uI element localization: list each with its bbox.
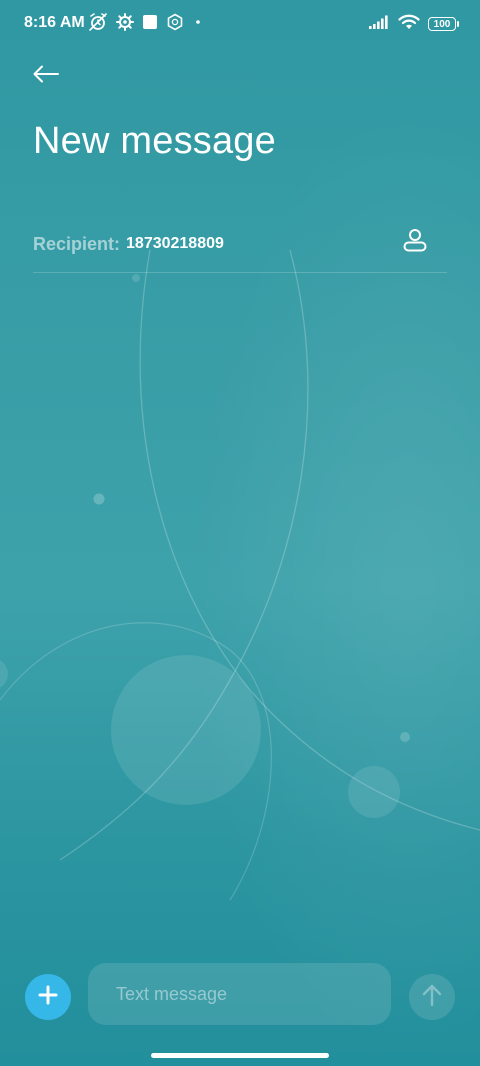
status-time: 8:16 AM <box>24 14 85 31</box>
message-composer <box>0 962 480 1026</box>
recipient-divider <box>33 272 447 273</box>
attach-button[interactable] <box>25 974 71 1020</box>
page-title: New message <box>33 120 276 162</box>
status-icons-right: 100 <box>368 14 459 35</box>
settings-gear-icon <box>116 12 134 36</box>
message-input[interactable] <box>88 963 391 1025</box>
recipient-row[interactable]: Recipient: 18730218809 <box>33 216 447 272</box>
send-button[interactable] <box>409 974 455 1020</box>
plus-icon <box>38 985 58 1010</box>
back-button[interactable] <box>28 58 64 94</box>
battery-icon: 100 <box>428 17 459 31</box>
hexagon-app-icon <box>166 13 184 36</box>
recipient-value[interactable]: 18730218809 <box>126 235 224 253</box>
status-bar: 8:16 AM 100 <box>0 0 480 48</box>
status-icons-left <box>88 12 204 37</box>
select-contact-button[interactable] <box>397 224 433 260</box>
battery-level: 100 <box>433 18 451 30</box>
dot-icon <box>192 13 204 36</box>
wifi-icon <box>398 14 420 35</box>
home-indicator <box>151 1053 329 1058</box>
arrow-up-icon <box>421 983 443 1012</box>
recipient-label: Recipient: <box>33 233 121 254</box>
person-icon <box>402 227 428 258</box>
square-notification-icon <box>142 14 158 35</box>
arrow-left-icon <box>32 64 60 89</box>
signal-strength-icon <box>368 14 390 35</box>
alarm-off-icon <box>88 12 108 37</box>
